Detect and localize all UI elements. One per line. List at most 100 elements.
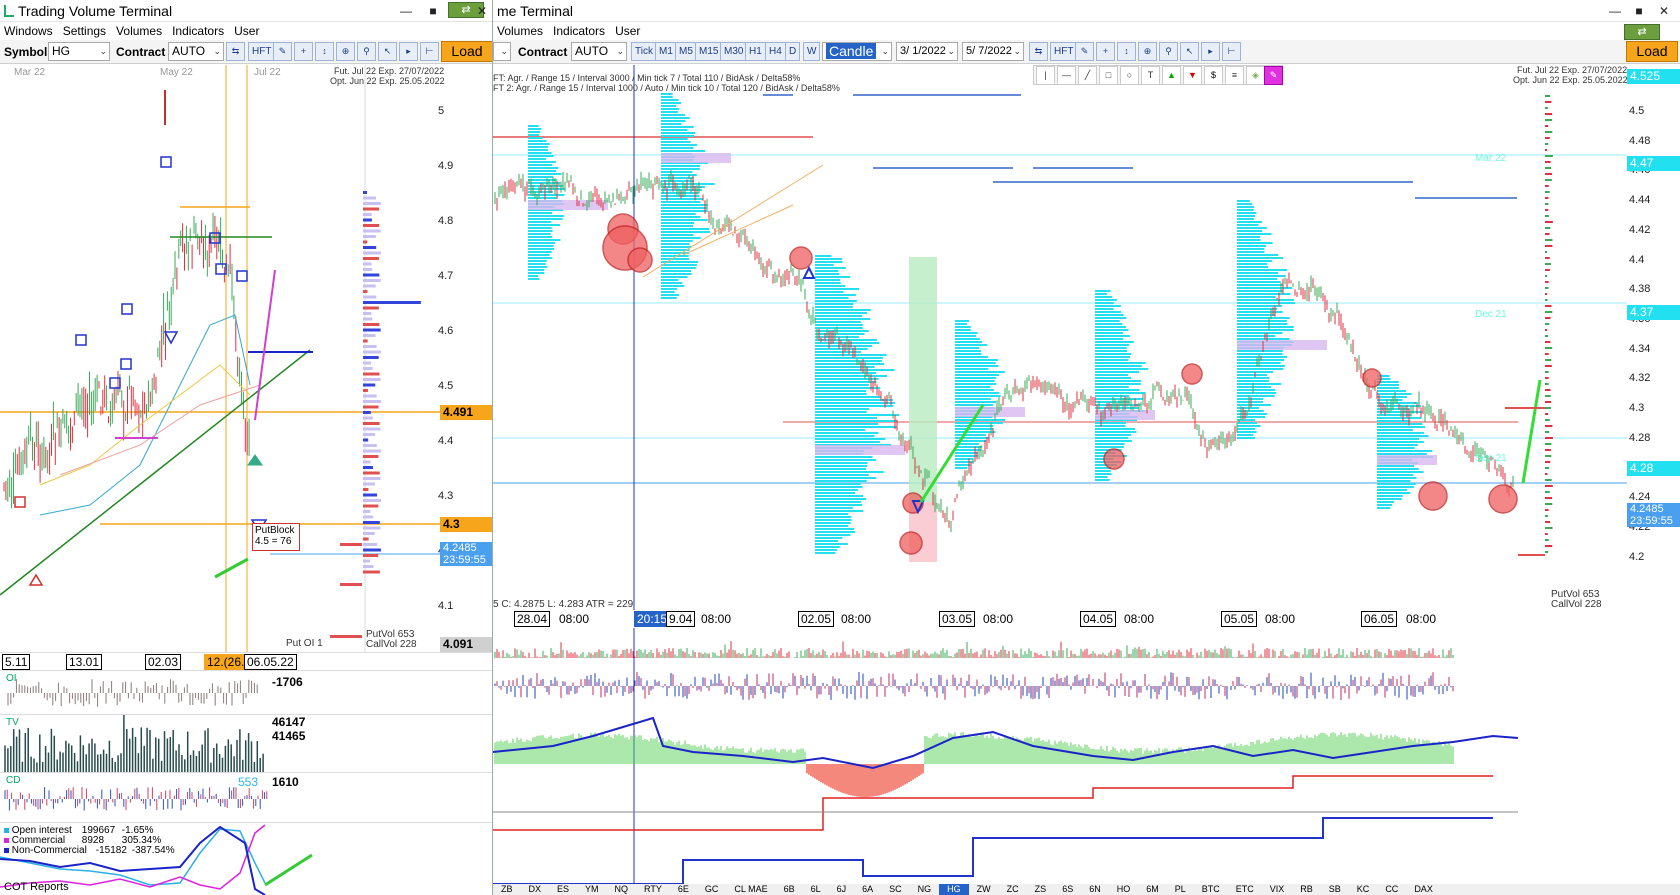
symbol-tab-cl-mae[interactable]: CL MAE (726, 884, 775, 895)
rectangle-icon[interactable]: □ (1099, 66, 1118, 85)
symbol-tab-gc[interactable]: GC (697, 884, 727, 895)
left-price-chart[interactable]: Mar 22 May 22 Jul 22 Fut. Jul 22 Exp. 27… (0, 65, 492, 653)
contract-select[interactable]: AUTO ⌄ (571, 42, 627, 61)
tf-m30[interactable]: M30 (720, 42, 748, 61)
symbol-tab-btc[interactable]: BTC (1194, 884, 1228, 895)
cot-panel[interactable]: Open interest 199667 -1.65% Commercial 8928… (0, 822, 492, 895)
play-icon[interactable]: ▸ (399, 42, 418, 61)
symbol-tab-dax[interactable]: DAX (1406, 884, 1441, 895)
symbol-tab-6a[interactable]: 6A (854, 884, 881, 895)
menu-volumes[interactable]: Volumes (116, 22, 162, 40)
cd-panel[interactable]: CD 553 1610 (0, 772, 492, 822)
vertical-line-icon[interactable]: | (1036, 66, 1055, 85)
tf-h4[interactable]: H4 (765, 42, 786, 61)
fit-icon[interactable]: ⊢ (420, 42, 439, 61)
tf-h1[interactable]: H1 (745, 42, 766, 61)
color-picker-icon[interactable]: ✎ (1264, 66, 1283, 85)
tf-m5[interactable]: M5 (675, 42, 697, 61)
menu-indicators[interactable]: Indicators (172, 22, 224, 40)
symbol-tab-etc[interactable]: ETC (1228, 884, 1262, 895)
arrow-up-icon[interactable]: ▲ (1162, 66, 1181, 85)
symbol-tab-nq[interactable]: NQ (607, 884, 637, 895)
vertical-arrows-icon[interactable]: ↕ (1117, 42, 1136, 61)
sync-icon[interactable]: ⇄ (1624, 24, 1660, 40)
symbol-tab-dx[interactable]: DX (521, 884, 550, 895)
date-from-picker[interactable]: 3/ 1/2022 ⌄ (896, 42, 958, 61)
symbol-tab-kc[interactable]: KC (1349, 884, 1378, 895)
contract-select[interactable]: AUTO ⌄ (168, 42, 224, 61)
date-to-picker[interactable]: 5/ 7/2022 ⌄ (962, 42, 1024, 61)
load-button[interactable]: Load (441, 41, 492, 62)
maximize-icon[interactable]: ■ (1628, 2, 1650, 20)
load-button[interactable]: Load (1626, 41, 1678, 62)
tf-w[interactable]: W (803, 42, 821, 61)
lines-icon[interactable]: ≡ (1225, 66, 1244, 85)
arrow-down-icon[interactable]: ▼ (1183, 66, 1202, 85)
text-icon[interactable]: T (1141, 66, 1160, 85)
menu-user[interactable]: User (234, 22, 259, 40)
symbol-tab-rty[interactable]: RTY (636, 884, 670, 895)
symbol-tab-es[interactable]: ES (549, 884, 577, 895)
crosshair-icon[interactable]: + (1096, 42, 1115, 61)
symbol-select[interactable]: HG ⌄ (48, 42, 110, 61)
symbol-tab-6b[interactable]: 6B (776, 884, 803, 895)
symbol-tab-zs[interactable]: ZS (1027, 884, 1055, 895)
crosshair-icon[interactable]: + (294, 42, 313, 61)
zoom-icon[interactable]: ⚲ (357, 42, 376, 61)
menu-indicators[interactable]: Indicators (553, 22, 605, 40)
ellipse-icon[interactable]: ○ (1120, 66, 1139, 85)
right-indicator-panels[interactable] (493, 628, 1680, 893)
symbol-tab-6s[interactable]: 6S (1054, 884, 1081, 895)
symbol-tab-cc[interactable]: CC (1377, 884, 1406, 895)
pencil-icon[interactable]: ✎ (1075, 42, 1094, 61)
trendline-icon[interactable]: ╱ (1078, 66, 1097, 85)
tf-d[interactable]: D (785, 42, 801, 61)
symbol-tab-ho[interactable]: HO (1109, 884, 1139, 895)
play-icon[interactable]: ▸ (1201, 42, 1220, 61)
symbol-tab-zb[interactable]: ZB (493, 884, 521, 895)
menu-volumes[interactable]: Volumes (497, 22, 543, 40)
symbol-tab-ym[interactable]: YM (577, 884, 607, 895)
target-icon[interactable]: ⊕ (1138, 42, 1157, 61)
tf-m1[interactable]: M1 (655, 42, 677, 61)
zoom-icon[interactable]: ⚲ (1159, 42, 1178, 61)
minimize-icon[interactable]: — (395, 2, 417, 20)
symbol-tab-ng[interactable]: NG (910, 884, 940, 895)
fit-icon[interactable]: ⊢ (1222, 42, 1241, 61)
hft-button[interactable]: HFT (248, 42, 276, 61)
symbol-select[interactable]: ⌄ (493, 42, 511, 61)
tf-tick[interactable]: Tick (631, 42, 657, 61)
dollar-icon[interactable]: $ (1204, 66, 1223, 85)
maximize-icon[interactable]: ■ (422, 2, 444, 20)
symbol-tab-vix[interactable]: VIX (1262, 884, 1293, 895)
pencil-icon[interactable]: ✎ (273, 42, 292, 61)
tf-m15[interactable]: M15 (695, 42, 723, 61)
right-price-chart[interactable]: | — ╱ □ ○ T ▲ ▼ $ ≡ ◈ ✎ FT: Agr. / Range… (493, 65, 1680, 610)
symbol-tab-6e[interactable]: 6E (670, 884, 697, 895)
symbol-tab-rb[interactable]: RB (1292, 884, 1321, 895)
bucket-icon[interactable]: ◈ (1246, 66, 1265, 85)
cursor-icon[interactable]: ↖ (1180, 42, 1199, 61)
symbol-tab-zc[interactable]: ZC (999, 884, 1027, 895)
symbol-tab-hg[interactable]: HG (939, 884, 969, 895)
oi-panel[interactable]: OI -1706 (0, 670, 492, 714)
symbol-tab-pl[interactable]: PL (1167, 884, 1194, 895)
close-icon[interactable]: ✕ (1653, 2, 1675, 20)
vertical-arrows-icon[interactable]: ↕ (315, 42, 334, 61)
symbol-tab-zw[interactable]: ZW (969, 884, 999, 895)
close-icon[interactable]: ✕ (471, 2, 492, 20)
hft-button[interactable]: HFT (1050, 42, 1078, 61)
symbol-tab-sc[interactable]: SC (881, 884, 910, 895)
symbol-tab-6j[interactable]: 6J (829, 884, 855, 895)
symbol-tab-6m[interactable]: 6M (1138, 884, 1167, 895)
horizontal-line-icon[interactable]: — (1057, 66, 1076, 85)
symbol-tab-6n[interactable]: 6N (1081, 884, 1109, 895)
compare-icon[interactable]: ⇆ (1029, 42, 1048, 61)
minimize-icon[interactable]: — (1604, 2, 1626, 20)
target-icon[interactable]: ⊕ (336, 42, 355, 61)
tv-panel[interactable]: TV 46147 41465 (0, 710, 492, 773)
symbol-tab-6l[interactable]: 6L (803, 884, 829, 895)
compare-icon[interactable]: ⇆ (226, 42, 245, 61)
menu-windows[interactable]: Windows (4, 22, 53, 40)
chart-type-select[interactable]: Candle ⌄ (822, 42, 892, 61)
